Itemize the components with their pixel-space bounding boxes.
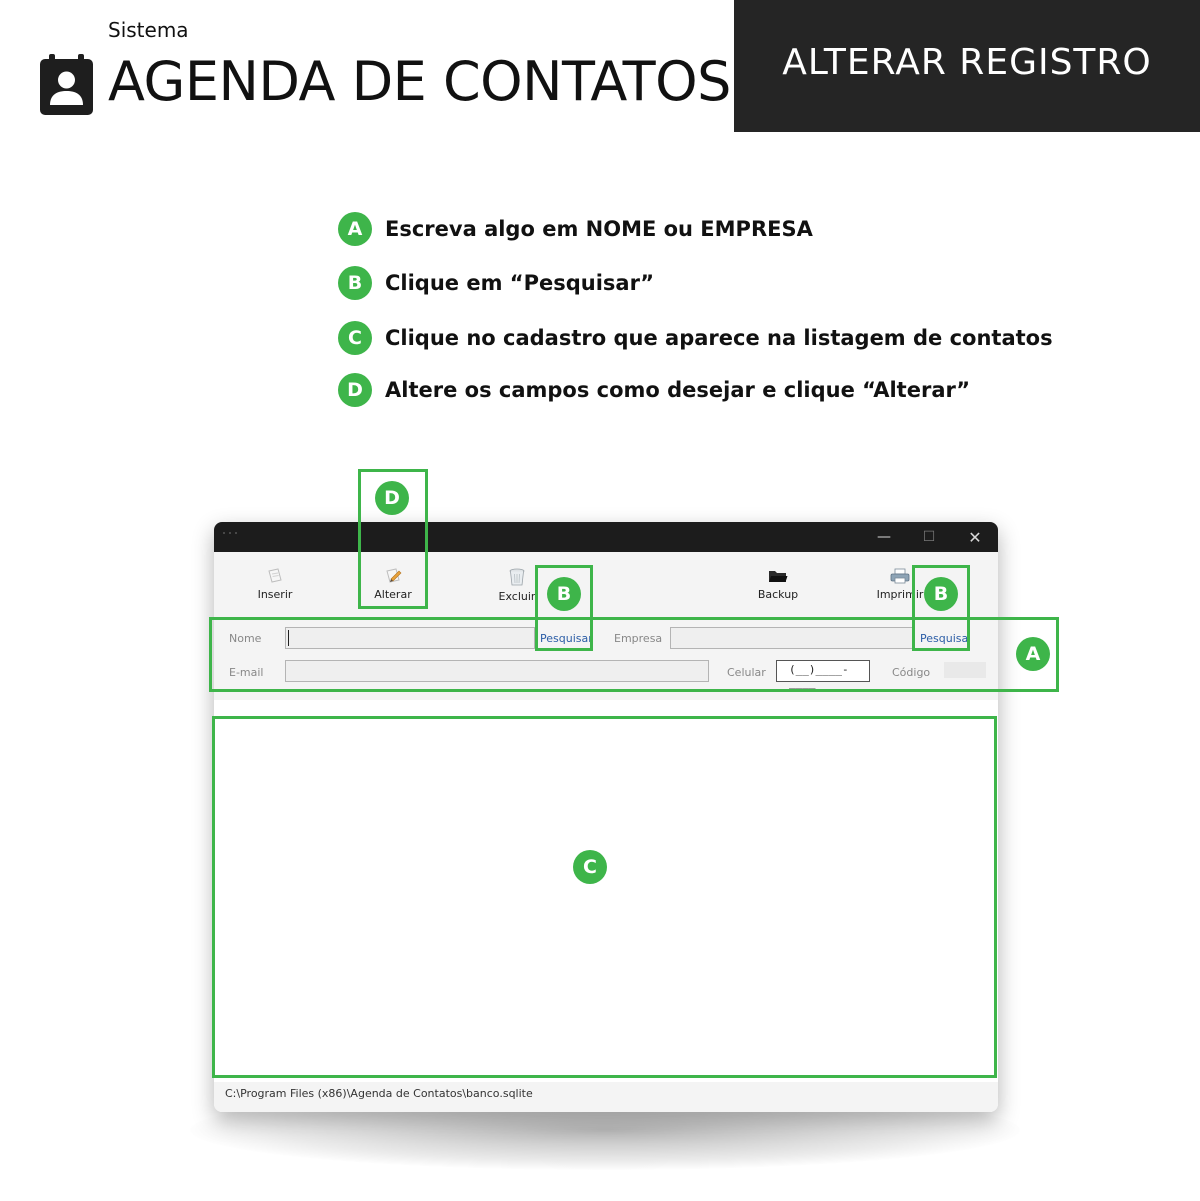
step-c: C Clique no cadastro que aparece na list… xyxy=(338,321,1053,355)
insert-label: Inserir xyxy=(257,588,293,601)
title-bar[interactable]: — ☐ ✕ xyxy=(214,522,998,552)
annotation-badge-a: A xyxy=(1016,637,1050,671)
trash-icon xyxy=(509,568,525,586)
contact-book-icon xyxy=(40,54,93,115)
step-text: Clique no cadastro que aparece na listag… xyxy=(385,326,1053,350)
step-badge: A xyxy=(338,212,372,246)
section-title: ALTERAR REGISTRO xyxy=(782,42,1152,83)
section-band: ALTERAR REGISTRO xyxy=(734,0,1200,132)
insert-button[interactable]: Inserir xyxy=(235,568,315,601)
printer-icon xyxy=(890,568,910,584)
delete-label: Excluir xyxy=(498,590,536,603)
annotation-badge-d: D xyxy=(375,481,409,515)
backup-button[interactable]: Backup xyxy=(738,568,818,601)
step-badge: D xyxy=(338,373,372,407)
status-bar: C:\Program Files (x86)\Agenda de Contato… xyxy=(214,1082,998,1112)
database-path: C:\Program Files (x86)\Agenda de Contato… xyxy=(225,1087,533,1100)
step-b: B Clique em “Pesquisar” xyxy=(338,266,654,300)
window-menu-icon xyxy=(223,532,237,534)
step-text: Escreva algo em NOME ou EMPRESA xyxy=(385,217,813,241)
step-badge: C xyxy=(338,321,372,355)
annotation-box-a xyxy=(209,617,1059,692)
annotation-box-c xyxy=(212,716,997,1078)
close-button[interactable]: ✕ xyxy=(952,522,998,552)
annotation-badge-b-left: B xyxy=(547,577,581,611)
new-document-icon xyxy=(268,568,282,583)
annotation-badge-b-right: B xyxy=(924,577,958,611)
toolbar: Inserir Alterar Excluir Backup Imprimir xyxy=(214,552,998,612)
minimize-button[interactable]: — xyxy=(861,522,907,552)
app-title: AGENDA DE CONTATOS xyxy=(108,50,731,113)
step-d: D Altere os campos como desejar e clique… xyxy=(338,373,970,407)
annotation-badge-c: C xyxy=(573,850,607,884)
maximize-button[interactable]: ☐ xyxy=(906,522,952,552)
backup-label: Backup xyxy=(757,588,799,601)
step-text: Altere os campos como desejar e clique “… xyxy=(385,378,971,402)
step-text: Clique em “Pesquisar” xyxy=(385,271,655,295)
step-a: A Escreva algo em NOME ou EMPRESA xyxy=(338,212,813,246)
step-badge: B xyxy=(338,266,372,300)
folder-icon xyxy=(769,571,788,582)
app-subtitle: Sistema xyxy=(108,18,189,42)
